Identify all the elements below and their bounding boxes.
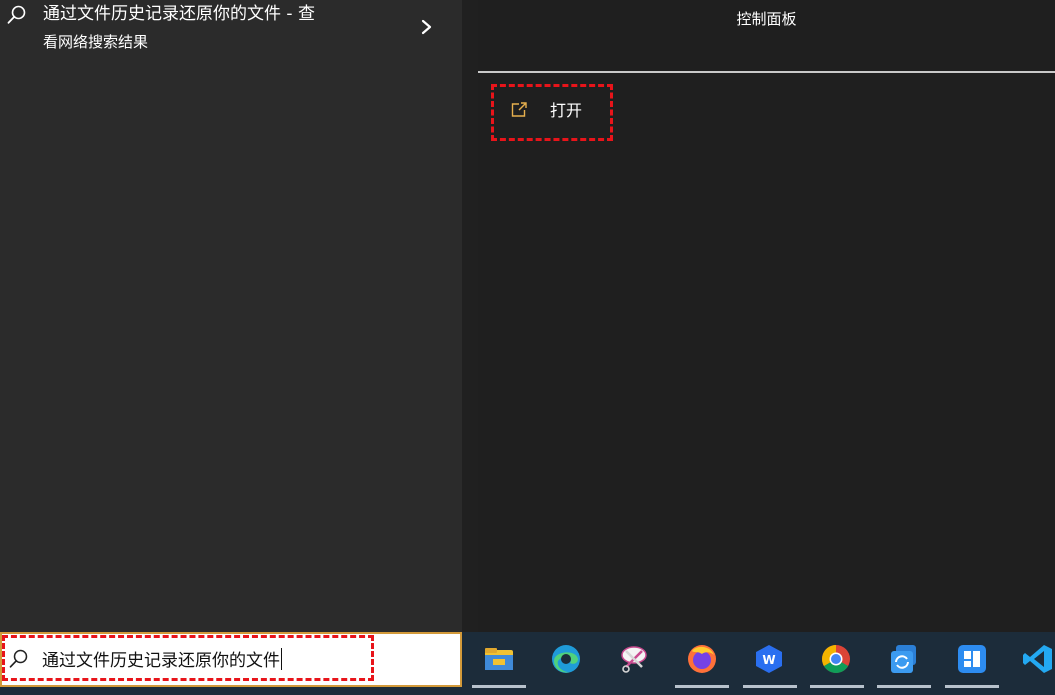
search-input[interactable]: 通过文件历史记录还原你的文件: [42, 648, 282, 673]
running-indicator: [945, 685, 999, 688]
search-icon: [9, 649, 28, 668]
running-indicator: [743, 685, 797, 688]
chrome-icon[interactable]: [818, 641, 854, 677]
open-external-icon: [511, 102, 527, 117]
result-title-line: 通过文件历史记录还原你的文件 - 查: [43, 3, 315, 25]
open-action-label: 打开: [550, 101, 583, 120]
top-search-result[interactable]: 通过文件历史记录还原你的文件 - 查 看网络搜索结果: [0, 0, 462, 62]
result-title: 通过文件历史记录还原你的文件: [43, 4, 281, 24]
result-subtitle: 看网络搜索结果: [43, 33, 149, 51]
chevron-right-icon[interactable]: [418, 16, 436, 38]
wps-icon[interactable]: W: [751, 641, 787, 677]
firefox-icon[interactable]: [684, 641, 720, 677]
running-indicator: [810, 685, 864, 688]
svg-text:W: W: [762, 653, 775, 667]
sync-app-icon[interactable]: [886, 641, 922, 677]
vscode-icon[interactable]: [1020, 641, 1055, 677]
search-icon: [7, 5, 26, 24]
search-input-value: 通过文件历史记录还原你的文件: [42, 651, 280, 671]
search-results-pane: 通过文件历史记录还原你的文件 - 查 看网络搜索结果: [0, 0, 462, 632]
feishu-icon[interactable]: [954, 641, 990, 677]
running-indicator: [675, 685, 729, 688]
details-title: 控制面板: [736, 10, 797, 28]
snipping-tool-icon[interactable]: [616, 641, 652, 677]
result-details-pane: 控制面板 打开: [478, 0, 1055, 632]
file-explorer-icon[interactable]: [481, 641, 517, 677]
open-action-button[interactable]: 打开: [492, 86, 612, 140]
taskbar-search-box[interactable]: 通过文件历史记录还原你的文件: [0, 632, 462, 687]
text-caret: [281, 648, 282, 670]
edge-icon[interactable]: [548, 641, 584, 677]
pane-divider: [462, 0, 478, 632]
running-indicator: [877, 685, 931, 688]
result-title-suffix: - 查: [281, 4, 315, 24]
running-indicator: [472, 685, 526, 688]
details-divider: [478, 71, 1055, 73]
windows-search-flyout: 通过文件历史记录还原你的文件 - 查 看网络搜索结果 控制面板 打开 通过文件历…: [0, 0, 1055, 695]
